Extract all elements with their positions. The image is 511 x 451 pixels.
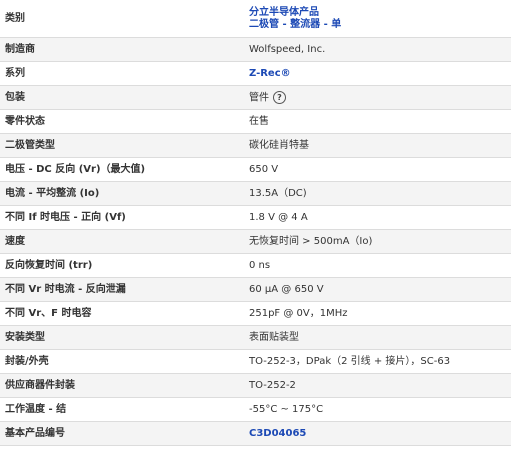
row-value: Wolfspeed, Inc. bbox=[244, 37, 511, 62]
row-label: 类别 bbox=[0, 0, 244, 38]
product-attributes-table: 类别 分立半导体产品 二极管 - 整流器 - 单 制造商 Wolfspeed, … bbox=[0, 0, 511, 446]
row-value: -55°C ~ 175°C bbox=[244, 397, 511, 422]
table-row-reverse-recovery-time: 反向恢复时间 (trr) 0 ns bbox=[0, 253, 511, 278]
row-value: 60 µA @ 650 V bbox=[244, 277, 511, 302]
table-row-capacitance: 不同 Vr、F 时电容 251pF @ 0V，1MHz bbox=[0, 301, 511, 326]
row-label: 不同 Vr 时电流 - 反向泄漏 bbox=[0, 277, 244, 302]
row-label: 电流 - 平均整流 (Io) bbox=[0, 181, 244, 206]
row-label: 不同 Vr、F 时电容 bbox=[0, 301, 244, 326]
row-value: 碳化硅肖特基 bbox=[244, 133, 511, 158]
row-value: TO-252-2 bbox=[244, 373, 511, 398]
table-row-manufacturer: 制造商 Wolfspeed, Inc. bbox=[0, 37, 511, 62]
row-value: Z-Rec® bbox=[244, 61, 511, 86]
row-label: 包装 bbox=[0, 85, 244, 110]
table-row-voltage-dc-reverse: 电压 - DC 反向 (Vr)（最大值) 650 V bbox=[0, 157, 511, 182]
row-value: 管件? bbox=[244, 85, 511, 110]
category-link-discrete[interactable]: 分立半导体产品 bbox=[249, 7, 511, 19]
row-value: TO-252-3，DPak（2 引线 + 接片），SC-63 bbox=[244, 349, 511, 374]
row-label: 系列 bbox=[0, 61, 244, 86]
row-label: 封装/外壳 bbox=[0, 349, 244, 374]
row-label: 安装类型 bbox=[0, 325, 244, 350]
row-value: 1.8 V @ 4 A bbox=[244, 205, 511, 230]
row-value: 无恢复时间 > 500mA（Io) bbox=[244, 229, 511, 254]
table-row-speed: 速度 无恢复时间 > 500mA（Io) bbox=[0, 229, 511, 254]
row-value: 分立半导体产品 二极管 - 整流器 - 单 bbox=[244, 0, 511, 38]
row-label: 不同 If 时电压 - 正向 (Vf) bbox=[0, 205, 244, 230]
table-row-package-case: 封装/外壳 TO-252-3，DPak（2 引线 + 接片），SC-63 bbox=[0, 349, 511, 374]
row-value: 在售 bbox=[244, 109, 511, 134]
row-label: 零件状态 bbox=[0, 109, 244, 134]
row-label: 基本产品编号 bbox=[0, 421, 244, 446]
row-value: 表面贴装型 bbox=[244, 325, 511, 350]
row-value: C3D04065 bbox=[244, 421, 511, 446]
table-row-base-product-number: 基本产品编号 C3D04065 bbox=[0, 421, 511, 446]
packaging-value: 管件 bbox=[249, 92, 269, 104]
table-row-current-avg-rectified: 电流 - 平均整流 (Io) 13.5A（DC) bbox=[0, 181, 511, 206]
table-row-series: 系列 Z-Rec® bbox=[0, 61, 511, 86]
base-product-number-link[interactable]: C3D04065 bbox=[249, 428, 306, 439]
row-value: 650 V bbox=[244, 157, 511, 182]
table-row-diode-type: 二极管类型 碳化硅肖特基 bbox=[0, 133, 511, 158]
table-row-supplier-package: 供应商器件封装 TO-252-2 bbox=[0, 373, 511, 398]
row-label: 供应商器件封装 bbox=[0, 373, 244, 398]
row-label: 速度 bbox=[0, 229, 244, 254]
row-label: 工作温度 - 结 bbox=[0, 397, 244, 422]
row-label: 反向恢复时间 (trr) bbox=[0, 253, 244, 278]
table-row-category: 类别 分立半导体产品 二极管 - 整流器 - 单 bbox=[0, 0, 511, 38]
series-link[interactable]: Z-Rec® bbox=[249, 68, 291, 79]
row-label: 电压 - DC 反向 (Vr)（最大值) bbox=[0, 157, 244, 182]
table-row-mounting-type: 安装类型 表面贴装型 bbox=[0, 325, 511, 350]
question-circle-icon[interactable]: ? bbox=[273, 90, 286, 104]
table-row-forward-voltage: 不同 If 时电压 - 正向 (Vf) 1.8 V @ 4 A bbox=[0, 205, 511, 230]
row-label: 制造商 bbox=[0, 37, 244, 62]
table-row-reverse-leakage: 不同 Vr 时电流 - 反向泄漏 60 µA @ 650 V bbox=[0, 277, 511, 302]
category-link-diodes-rectifiers[interactable]: 二极管 - 整流器 - 单 bbox=[249, 19, 511, 31]
row-value: 0 ns bbox=[244, 253, 511, 278]
row-value: 13.5A（DC) bbox=[244, 181, 511, 206]
table-row-operating-temperature: 工作温度 - 结 -55°C ~ 175°C bbox=[0, 397, 511, 422]
row-label: 二极管类型 bbox=[0, 133, 244, 158]
table-row-part-status: 零件状态 在售 bbox=[0, 109, 511, 134]
row-value: 251pF @ 0V，1MHz bbox=[244, 301, 511, 326]
table-row-packaging: 包装 管件? bbox=[0, 85, 511, 110]
